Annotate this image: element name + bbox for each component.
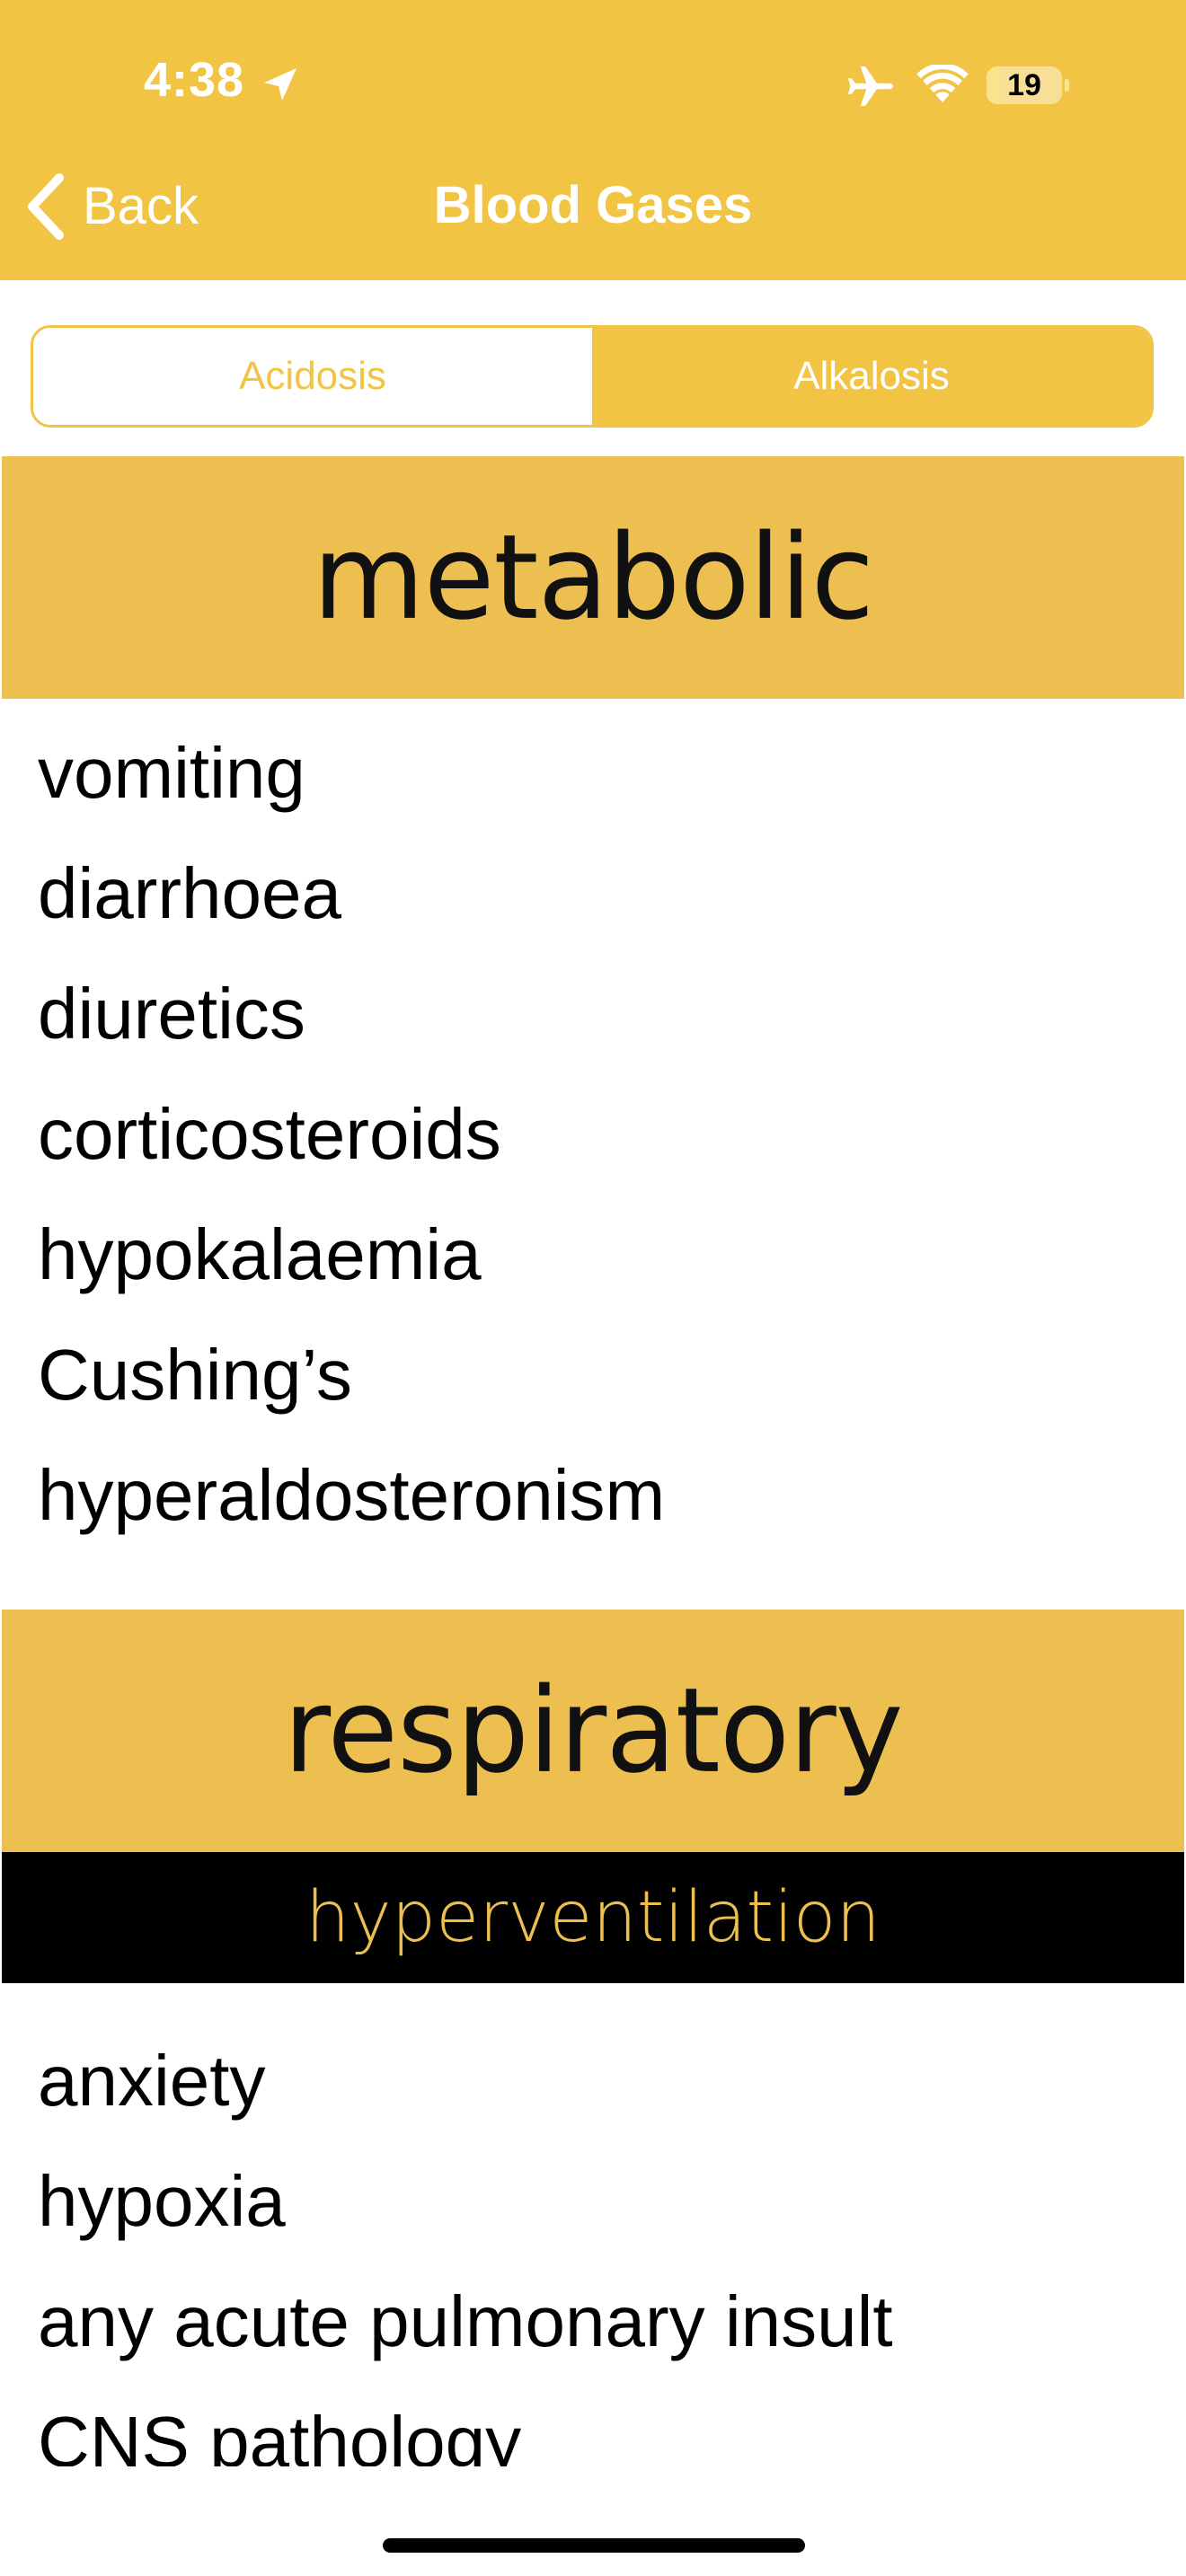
metabolic-causes-list: vomiting diarrhoea diuretics corticoster… <box>38 713 1152 1556</box>
acidosis-alkalosis-segmented-control: Acidosis Alkalosis <box>31 325 1154 428</box>
battery-level: 19 <box>1007 68 1041 102</box>
list-item: hyperaldosteronism <box>38 1455 666 1535</box>
chevron-left-icon <box>28 173 64 240</box>
blood-gases-screen: 4:38 19 Back Blood Gases Acidosis Alkalo… <box>0 0 1186 2576</box>
section-title-metabolic: metabolic <box>312 509 874 646</box>
back-label: Back <box>83 177 199 235</box>
list-item: diuretics <box>38 974 305 1054</box>
respiratory-causes-list: anxiety hypoxia any acute pulmonary insu… <box>38 2021 1152 2502</box>
list-item: any acute pulmonary insult <box>38 2281 893 2361</box>
nav-bar: 4:38 19 Back Blood Gases <box>0 0 1186 280</box>
wifi-icon <box>916 65 969 103</box>
list-item: anxiety <box>38 2041 266 2121</box>
location-arrow-icon <box>264 68 296 101</box>
list-item: hypokalaemia <box>38 1214 482 1294</box>
list-item: diarrhoea <box>38 853 342 933</box>
back-button[interactable]: Back <box>25 171 199 243</box>
page-title: Blood Gases <box>433 176 753 234</box>
list-item: hypoxia <box>38 2161 286 2241</box>
subheader-hyperventilation: hyperventilation <box>2 1852 1184 1983</box>
airplane-icon <box>848 66 893 106</box>
segment-acidosis[interactable]: Acidosis <box>33 328 592 425</box>
status-time: 4:38 <box>144 53 245 107</box>
list-item: Cushing’s <box>38 1335 352 1415</box>
battery-icon: 19 <box>987 66 1069 104</box>
section-header-respiratory: respiratory <box>2 1610 1184 1852</box>
scroll-clip <box>0 2466 1186 2576</box>
list-item: corticosteroids <box>38 1094 501 1174</box>
home-indicator[interactable] <box>383 2538 805 2553</box>
section-header-metabolic: metabolic <box>2 456 1184 699</box>
subheader-title: hyperventilation <box>305 1877 881 1958</box>
list-item: vomiting <box>38 733 305 813</box>
segment-alkalosis[interactable]: Alkalosis <box>592 328 1151 425</box>
section-title-respiratory: respiratory <box>283 1663 904 1799</box>
